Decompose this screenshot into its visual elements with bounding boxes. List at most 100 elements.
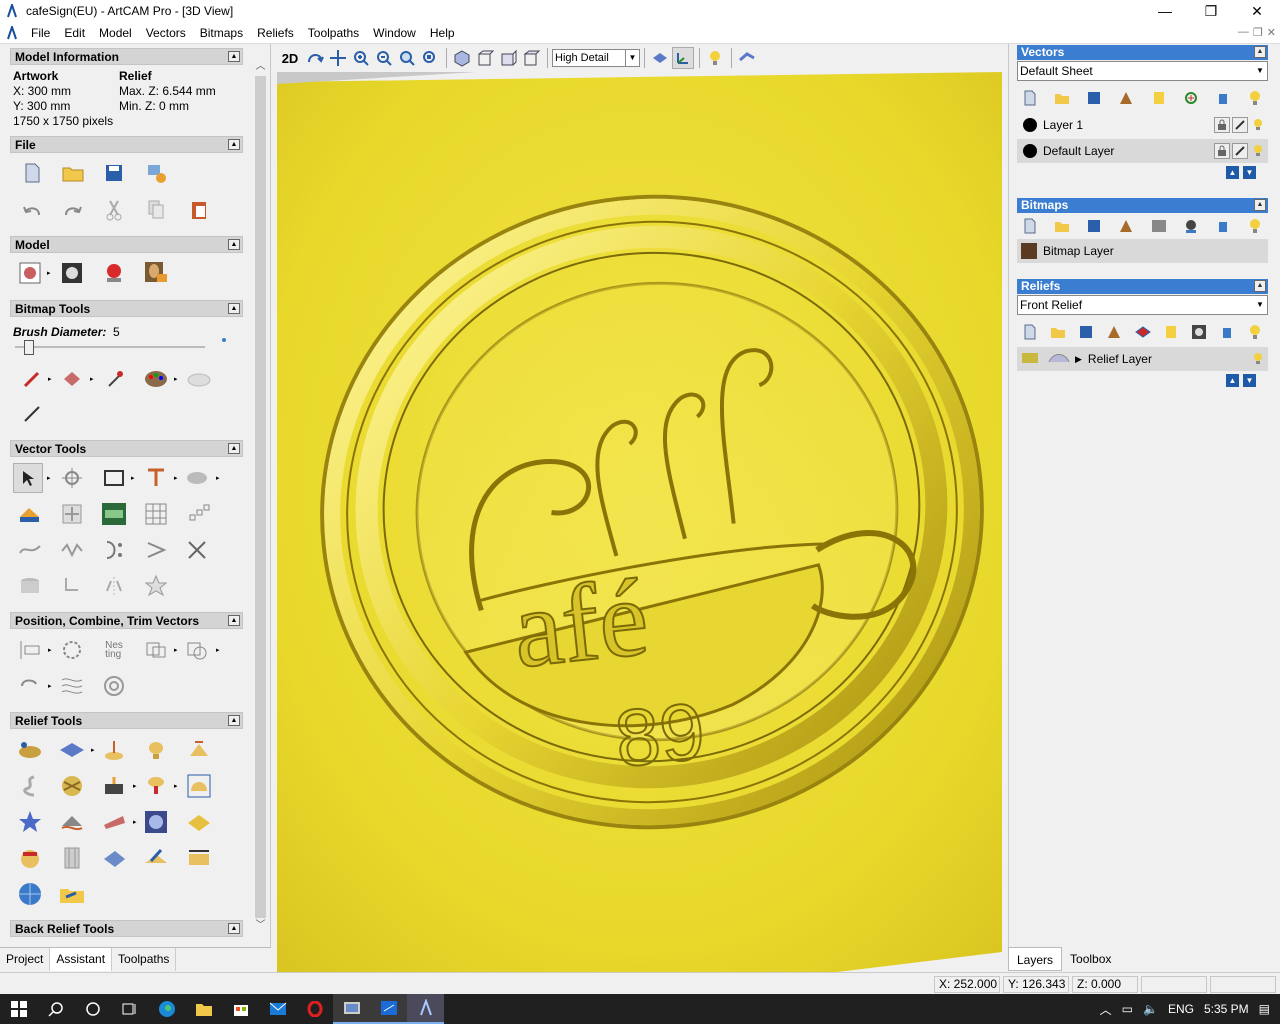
- bitmap-to-vector-icon[interactable]: [182, 463, 212, 493]
- vector-layer-row[interactable]: Layer 1: [1017, 113, 1268, 137]
- menu-file[interactable]: File: [24, 22, 57, 44]
- zoom-in-icon[interactable]: [350, 47, 372, 69]
- column-relief-icon[interactable]: [57, 843, 87, 873]
- scrollbar-thumb[interactable]: [255, 76, 266, 918]
- dropdown-arrow-icon[interactable]: ▸: [174, 782, 180, 790]
- offset-relief-icon[interactable]: [184, 771, 214, 801]
- menu-edit[interactable]: Edit: [57, 22, 92, 44]
- collapse-icon[interactable]: ▲: [228, 139, 240, 150]
- open-layer-icon[interactable]: [1053, 89, 1071, 107]
- brush-slider-track[interactable]: [15, 346, 205, 348]
- file-explorer-icon[interactable]: [185, 994, 222, 1024]
- pan-view-icon[interactable]: [327, 47, 349, 69]
- edit-pen-icon[interactable]: [1232, 143, 1248, 159]
- add-vector-icon[interactable]: [1182, 89, 1200, 107]
- artcam-taskbar-icon[interactable]: [407, 994, 444, 1024]
- rectangle-icon[interactable]: [99, 463, 129, 493]
- mdi-restore-icon[interactable]: ❐: [1253, 26, 1263, 39]
- palette-icon[interactable]: [141, 364, 171, 394]
- bitmap-import-icon[interactable]: [99, 258, 129, 288]
- trim-scissors-icon[interactable]: [182, 535, 212, 565]
- save-layer-icon[interactable]: [1077, 323, 1095, 341]
- side-view-icon[interactable]: [497, 47, 519, 69]
- visibility-bulb-icon[interactable]: [1250, 143, 1266, 159]
- notifications-icon[interactable]: ▤: [1259, 1002, 1270, 1016]
- cut-icon[interactable]: [99, 195, 129, 225]
- top-view-icon[interactable]: [520, 47, 542, 69]
- cortana-icon[interactable]: [74, 994, 111, 1024]
- mdi-minimize-icon[interactable]: —: [1238, 26, 1249, 39]
- wrap-relief-icon[interactable]: [57, 807, 87, 837]
- align-vectors-icon[interactable]: [15, 635, 45, 665]
- collapse-icon[interactable]: ▲: [228, 715, 240, 726]
- app-window-icon[interactable]: [333, 994, 370, 1024]
- node-edit-icon[interactable]: [57, 499, 87, 529]
- dropdown-arrow-icon[interactable]: ▸: [48, 646, 54, 654]
- rotate-view-icon[interactable]: [304, 47, 326, 69]
- delete-layer-icon[interactable]: [1218, 323, 1236, 341]
- open-layer-icon[interactable]: [1053, 217, 1071, 235]
- new-layer-icon[interactable]: [1021, 217, 1039, 235]
- smooth-relief-icon[interactable]: [99, 771, 129, 801]
- clock[interactable]: 5:35 PM: [1204, 1002, 1249, 1016]
- brush-slider-thumb[interactable]: [24, 340, 34, 355]
- collapse-icon[interactable]: ▲: [228, 51, 240, 62]
- relief-edit-icon[interactable]: [141, 843, 171, 873]
- dropdown-arrow-icon[interactable]: ▸: [133, 782, 139, 790]
- word-pad-icon[interactable]: [370, 994, 407, 1024]
- text-on-curve-icon[interactable]: [99, 499, 129, 529]
- detail-level-select[interactable]: High Detail ▼: [552, 49, 640, 67]
- 2d-view-button[interactable]: 2D: [277, 47, 303, 69]
- scroll-down-icon[interactable]: ﹀: [252, 917, 269, 934]
- lock-icon[interactable]: [1214, 117, 1230, 133]
- dropdown-arrow-icon[interactable]: ▸: [48, 682, 54, 690]
- menu-window[interactable]: Window: [366, 22, 423, 44]
- sculpt-icon[interactable]: [141, 771, 171, 801]
- join-vectors-icon[interactable]: [99, 535, 129, 565]
- collapse-icon[interactable]: ▲: [1254, 280, 1266, 292]
- dropdown-arrow-icon[interactable]: ▸: [216, 474, 222, 482]
- flood-fill-icon[interactable]: [58, 364, 88, 394]
- merge-layer-icon[interactable]: [1117, 89, 1135, 107]
- sweep-profile-icon[interactable]: [15, 771, 45, 801]
- angled-plane-icon[interactable]: [99, 807, 129, 837]
- bitmap-preview-icon[interactable]: [1182, 217, 1200, 235]
- dropdown-arrow-icon[interactable]: ▸: [47, 474, 53, 482]
- copy-icon[interactable]: [141, 195, 171, 225]
- save-icon[interactable]: [99, 158, 129, 188]
- flat-plane-icon[interactable]: [57, 735, 87, 765]
- relief-layer-row[interactable]: ▶ Relief Layer: [1017, 347, 1268, 371]
- visibility-bulb-icon[interactable]: [1246, 217, 1264, 235]
- section-relief-tools[interactable]: Relief Tools ▲: [10, 712, 243, 729]
- tab-layers[interactable]: Layers: [1008, 947, 1063, 971]
- subtract-vectors-icon[interactable]: [182, 635, 212, 665]
- delete-layer-icon[interactable]: [1214, 89, 1232, 107]
- layer-color-icon[interactable]: [1023, 144, 1037, 158]
- extrude-vector-icon[interactable]: [15, 571, 45, 601]
- paste-icon[interactable]: [184, 195, 214, 225]
- zoom-out-icon[interactable]: [373, 47, 395, 69]
- shape-editor-icon[interactable]: [15, 735, 45, 765]
- star-relief-icon[interactable]: [15, 807, 45, 837]
- grid-vector-icon[interactable]: [141, 499, 171, 529]
- collapse-icon[interactable]: ▲: [228, 303, 240, 314]
- dropdown-arrow-icon[interactable]: ▸: [174, 375, 180, 383]
- material-setup-icon[interactable]: [736, 47, 758, 69]
- tab-toolpaths[interactable]: Toolpaths: [112, 948, 177, 971]
- vector-sheet-select[interactable]: Default Sheet ▼: [1017, 61, 1268, 81]
- opera-icon[interactable]: [296, 994, 333, 1024]
- relief-stack-icon[interactable]: [1134, 323, 1152, 341]
- machine-setup-icon[interactable]: [141, 158, 171, 188]
- maximize-button[interactable]: ❐: [1188, 0, 1234, 22]
- image-to-relief-icon[interactable]: [141, 258, 171, 288]
- expand-arrow-icon[interactable]: ▶: [1075, 354, 1082, 365]
- minimize-button[interactable]: —: [1142, 0, 1188, 22]
- collapse-icon[interactable]: ▲: [228, 923, 240, 934]
- move-layer-down-icon[interactable]: ▼: [1243, 166, 1256, 179]
- mail-icon[interactable]: [259, 994, 296, 1024]
- section-model[interactable]: Model ▲: [10, 236, 243, 253]
- section-position-combine-trim[interactable]: Position, Combine, Trim Vectors ▲: [10, 612, 243, 629]
- 3d-viewport[interactable]: afé 89: [277, 72, 1002, 972]
- bitmap-layer-row[interactable]: Bitmap Layer: [1017, 239, 1268, 263]
- two-rail-sweep-icon[interactable]: [99, 735, 129, 765]
